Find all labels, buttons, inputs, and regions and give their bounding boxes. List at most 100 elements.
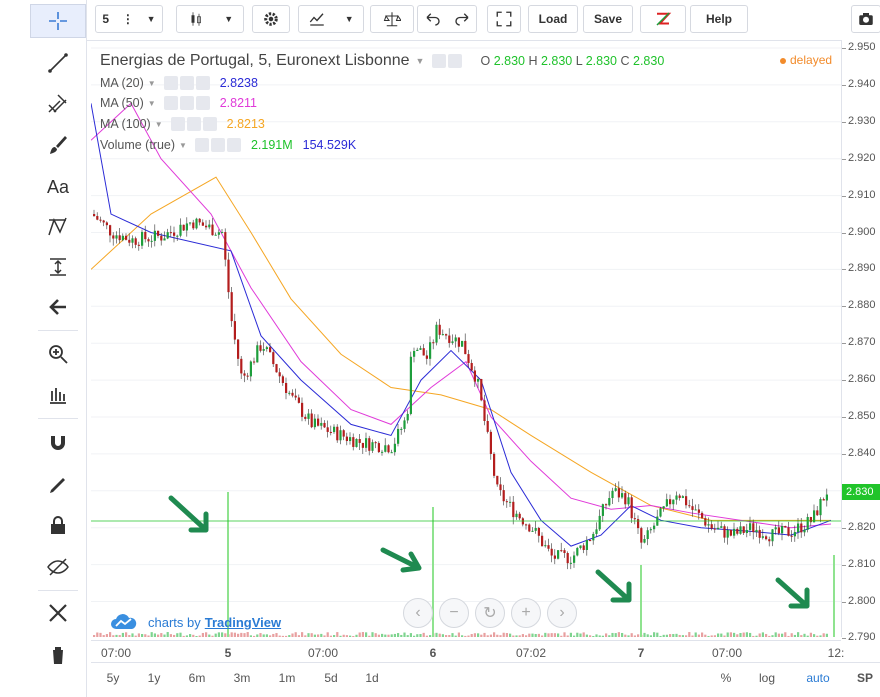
pitchfork-tool[interactable] xyxy=(30,86,86,120)
candle xyxy=(217,232,220,235)
pattern-tool[interactable] xyxy=(30,210,86,244)
volume-bar xyxy=(534,633,537,637)
symbol-title[interactable]: Energias de Portugal, 5, Euronext Lisbon… xyxy=(100,52,410,70)
interval-select[interactable]: 5 ⋮ ▼ xyxy=(95,5,163,33)
volume-bar xyxy=(387,634,390,637)
lock-tool[interactable] xyxy=(30,508,86,542)
gear-icon[interactable] xyxy=(186,117,201,131)
trend-line-tool[interactable] xyxy=(30,46,86,80)
stay-in-drawing-tool[interactable] xyxy=(30,468,86,502)
ma100-legend: MA (100) ▼ 2.8213 xyxy=(100,117,265,131)
candle xyxy=(787,527,790,536)
zoom-out-button[interactable]: − xyxy=(439,598,469,628)
chart-settings-button[interactable] xyxy=(252,5,290,33)
candle xyxy=(662,506,665,509)
candle xyxy=(461,340,464,347)
ma100-path xyxy=(91,176,831,521)
log-toggle[interactable]: log xyxy=(759,671,775,685)
sp-toggle[interactable]: SP xyxy=(857,671,873,685)
percent-toggle[interactable]: % xyxy=(721,671,732,685)
close-icon[interactable] xyxy=(226,138,241,152)
volume-label[interactable]: Volume (true) xyxy=(100,138,175,152)
candle xyxy=(192,222,195,229)
volume-bar xyxy=(601,635,604,637)
time-axis[interactable]: 07:00 5 07:00 6 07:02 7 07:00 12: xyxy=(91,640,844,663)
crosshair-tool[interactable] xyxy=(30,4,86,38)
volume-bar xyxy=(614,633,617,637)
close-icon[interactable] xyxy=(202,117,217,131)
measure-tool[interactable] xyxy=(30,250,86,284)
eye-icon[interactable] xyxy=(163,96,178,110)
candle xyxy=(457,337,460,347)
gear-icon[interactable] xyxy=(210,138,225,152)
range-button-6m[interactable]: 6m xyxy=(189,671,206,685)
gear-icon[interactable] xyxy=(179,76,194,90)
scroll-left-button[interactable]: ‹ xyxy=(403,598,433,628)
range-button-1m[interactable]: 1m xyxy=(279,671,296,685)
load-button[interactable]: Load xyxy=(528,5,578,33)
logo-button[interactable] xyxy=(640,5,686,33)
candle xyxy=(307,413,310,419)
candle xyxy=(400,428,403,430)
candle xyxy=(278,372,281,377)
candle xyxy=(409,356,412,414)
range-button-1y[interactable]: 1y xyxy=(148,671,161,685)
volume-bar xyxy=(310,633,313,637)
delete-tool[interactable] xyxy=(30,638,86,672)
volume-bar xyxy=(272,633,275,637)
candle xyxy=(211,224,214,236)
volume-value: 2.191M xyxy=(250,138,293,152)
candle xyxy=(720,526,723,528)
range-button-5y[interactable]: 5y xyxy=(107,671,120,685)
zoom-tool[interactable] xyxy=(30,337,86,371)
candle xyxy=(566,553,569,564)
price-axis[interactable]: 2.950 2.940 2.930 2.920 2.910 2.900 2.890 2.880… xyxy=(841,40,880,643)
undo-redo-group[interactable] xyxy=(417,5,477,33)
eye-icon[interactable] xyxy=(194,138,209,152)
snapshot-button[interactable] xyxy=(851,5,880,33)
ma20-label[interactable]: MA (20) xyxy=(100,76,144,90)
settings-tool[interactable] xyxy=(30,596,86,630)
candle xyxy=(675,495,678,500)
indicators-button[interactable]: ▼ xyxy=(298,5,364,33)
close-icon[interactable] xyxy=(195,96,210,110)
top-toolbar: 5 ⋮ ▼ ▼ ▼ Load Save Help xyxy=(87,0,880,41)
brush-tool[interactable] xyxy=(30,128,86,162)
low-value: 2.830 xyxy=(585,54,617,68)
range-button-5d[interactable]: 5d xyxy=(324,671,337,685)
reset-button[interactable]: ↻ xyxy=(475,598,505,628)
hide-drawings-tool[interactable] xyxy=(30,550,86,584)
chart-type-button[interactable]: ▼ xyxy=(176,5,244,33)
range-button-3m[interactable]: 3m xyxy=(234,671,251,685)
candle xyxy=(793,532,796,537)
volume-bar xyxy=(723,635,726,637)
ma50-label[interactable]: MA (50) xyxy=(100,96,144,110)
compare-button[interactable] xyxy=(370,5,414,33)
help-button[interactable]: Help xyxy=(690,5,748,33)
candle xyxy=(131,238,134,243)
gear-icon[interactable] xyxy=(448,54,463,68)
tradingview-branding[interactable]: charts by TradingView xyxy=(110,613,281,631)
eye-icon[interactable] xyxy=(163,76,178,90)
range-button-1d[interactable]: 1d xyxy=(365,671,378,685)
text-tool[interactable]: Aa xyxy=(30,170,86,204)
back-tool[interactable] xyxy=(30,290,86,324)
candle xyxy=(464,340,467,355)
close-icon[interactable] xyxy=(195,76,210,90)
candle xyxy=(429,342,432,359)
zoom-in-button[interactable]: + xyxy=(511,598,541,628)
save-button[interactable]: Save xyxy=(583,5,633,33)
fullscreen-button[interactable] xyxy=(487,5,521,33)
volume-bar xyxy=(816,635,819,637)
indicators-tool[interactable] xyxy=(30,378,86,412)
gear-icon[interactable] xyxy=(179,96,194,110)
branding-name[interactable]: TradingView xyxy=(205,615,281,630)
eye-icon[interactable] xyxy=(432,54,447,68)
scroll-right-button[interactable]: › xyxy=(547,598,577,628)
magnet-tool[interactable] xyxy=(30,426,86,460)
candle xyxy=(249,361,252,377)
auto-toggle[interactable]: auto xyxy=(806,671,829,685)
eye-icon[interactable] xyxy=(170,117,185,131)
ma100-label[interactable]: MA (100) xyxy=(100,117,151,131)
volume-bar xyxy=(688,632,691,637)
